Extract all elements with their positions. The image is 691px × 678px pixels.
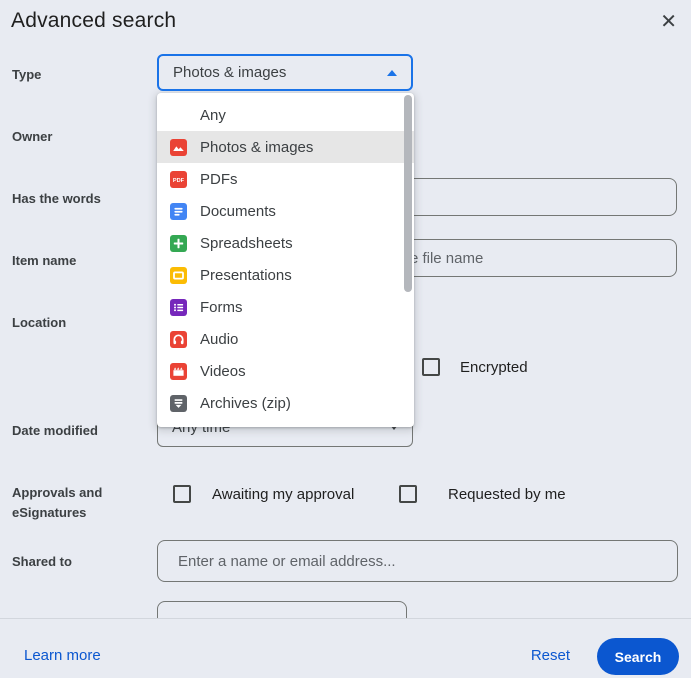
type-option[interactable]: Spreadsheets [157, 227, 414, 259]
search-button[interactable]: Search [597, 638, 679, 675]
archive-icon [170, 394, 187, 412]
type-option-label: Spreadsheets [200, 234, 293, 252]
type-option-label: Any [200, 106, 226, 124]
has-the-words-label: Has the words [12, 191, 101, 206]
dialog-footer: Learn more Reset Search [0, 618, 691, 678]
date-modified-label: Date modified [12, 423, 98, 438]
type-option-label: Archives (zip) [200, 394, 291, 412]
type-option-label: Documents [200, 202, 276, 220]
type-option[interactable]: Archives (zip) [157, 387, 414, 419]
type-option-label: Presentations [200, 266, 292, 284]
type-option-label: Videos [200, 362, 246, 380]
item-name-label: Item name [12, 253, 77, 268]
learn-more-link[interactable]: Learn more [24, 647, 101, 664]
type-option[interactable]: Presentations [157, 259, 414, 291]
reset-button[interactable]: Reset [531, 647, 570, 664]
photos-icon [170, 138, 187, 156]
owner-label: Owner [12, 129, 53, 144]
type-option-label: PDFs [200, 170, 238, 188]
document-icon [170, 202, 187, 220]
spreadsheet-icon [170, 234, 187, 252]
awaiting-approval-checkbox[interactable] [173, 485, 191, 503]
type-label: Type [12, 67, 42, 82]
video-icon [170, 362, 187, 380]
type-option[interactable]: Any [157, 99, 414, 131]
pdf-icon [170, 170, 187, 188]
dialog-title: Advanced search [11, 9, 177, 32]
encrypted-checkbox[interactable] [422, 358, 440, 376]
presentation-icon [170, 266, 187, 284]
location-label: Location [12, 315, 67, 330]
type-select[interactable]: Photos & images [157, 54, 413, 91]
requested-by-me-label: Requested by me [448, 486, 566, 503]
type-option-label: Audio [200, 330, 239, 348]
advanced-search-dialog: Advanced search ✕ Type Owner Has the wor… [0, 0, 691, 678]
audio-icon [170, 330, 187, 348]
shared-to-input[interactable] [157, 540, 678, 582]
type-option[interactable]: Forms [157, 291, 414, 323]
type-option[interactable]: Photos & images [157, 131, 414, 163]
form-icon [170, 298, 187, 316]
type-option[interactable]: Documents [157, 195, 414, 227]
awaiting-approval-label: Awaiting my approval [212, 486, 355, 503]
type-select-value: Photos & images [173, 64, 287, 81]
requested-by-me-checkbox[interactable] [399, 485, 417, 503]
chevron-up-icon [387, 69, 397, 76]
encrypted-checkbox-label: Encrypted [460, 359, 528, 376]
type-option[interactable]: Videos [157, 355, 414, 387]
type-option[interactable]: PDFs [157, 163, 414, 195]
close-icon[interactable]: ✕ [658, 10, 679, 34]
type-option-label: Forms [200, 298, 243, 316]
dropdown-scrollbar[interactable] [404, 95, 412, 292]
type-option-label: Photos & images [200, 138, 314, 156]
type-dropdown-list: Any Photos & images PDFs Documents Sprea… [157, 99, 414, 419]
type-dropdown: Any Photos & images PDFs Documents Sprea… [157, 93, 414, 427]
approvals-label: Approvals and eSignatures [12, 485, 103, 520]
type-option[interactable]: Audio [157, 323, 414, 355]
shared-to-label: Shared to [12, 554, 72, 569]
